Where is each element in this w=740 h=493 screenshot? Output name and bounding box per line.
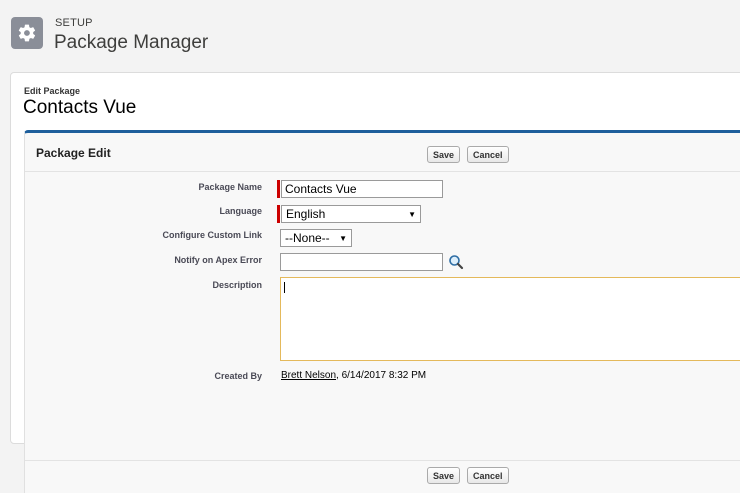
description-textarea[interactable] (280, 277, 740, 361)
lookup-icon[interactable] (448, 254, 464, 270)
chevron-down-icon: ▼ (408, 209, 416, 219)
chevron-down-icon: ▼ (339, 233, 347, 243)
block-title: Package Edit (36, 146, 111, 160)
save-button-bottom[interactable]: Save (427, 467, 461, 484)
language-select-value: English (286, 207, 326, 221)
setup-gear-tile (11, 17, 43, 49)
custom-link-select-value: --None-- (285, 231, 330, 245)
setup-label: SETUP (55, 17, 93, 29)
gear-icon (18, 24, 36, 42)
created-by-value: Brett Nelson, 6/14/2017 8:32 PM (281, 370, 426, 381)
required-indicator (277, 205, 280, 223)
created-by-date: , 6/14/2017 8:32 PM (336, 370, 427, 381)
content-card: Edit Package Contacts Vue Package Edit S… (10, 72, 740, 493)
edit-package-label: Edit Package (24, 86, 81, 96)
custom-link-select[interactable]: --None-- ▼ (280, 229, 352, 247)
block-footer-divider (25, 460, 740, 461)
record-title: Contacts Vue (23, 97, 137, 118)
save-button-top[interactable]: Save (427, 146, 461, 163)
text-caret (284, 282, 285, 293)
setup-header: SETUP Package Manager (0, 0, 740, 70)
cancel-button-bottom[interactable]: Cancel (467, 467, 509, 484)
package-edit-block: Package Edit Save Cancel Package Name La… (24, 130, 740, 493)
created-by-label: Created By (214, 371, 262, 381)
description-label: Description (212, 280, 262, 290)
language-label: Language (219, 206, 262, 216)
block-header: Package Edit Save Cancel (25, 133, 740, 172)
language-select[interactable]: English ▼ (281, 205, 421, 223)
created-by-user-link[interactable]: Brett Nelson (281, 370, 336, 381)
package-name-input[interactable] (281, 180, 443, 198)
required-indicator (277, 180, 280, 198)
notify-label: Notify on Apex Error (174, 255, 262, 265)
notify-input[interactable] (280, 253, 443, 271)
cancel-button-top[interactable]: Cancel (467, 146, 509, 163)
custom-link-label: Configure Custom Link (162, 230, 263, 240)
package-name-label: Package Name (198, 182, 262, 192)
page-title: Package Manager (54, 32, 209, 53)
